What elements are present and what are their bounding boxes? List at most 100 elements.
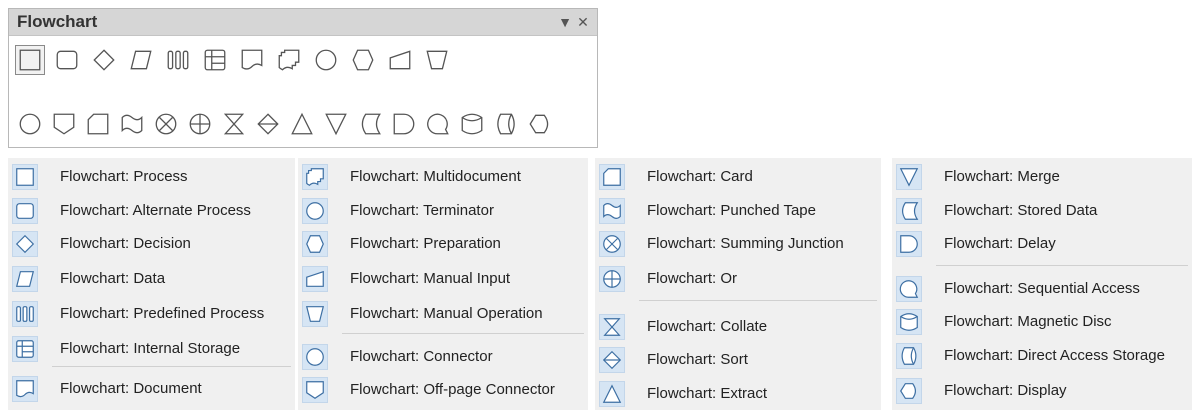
magnetic-disc-icon xyxy=(900,313,918,331)
menu-icon-box xyxy=(896,198,922,224)
toolbar-row-2 xyxy=(15,109,559,139)
toolbar-button-alternate-process[interactable] xyxy=(52,45,82,75)
menu-item-label: Flowchart: Data xyxy=(60,270,166,287)
extract-icon xyxy=(602,384,622,403)
menu-item-stored-data[interactable]: Flowchart: Stored Data xyxy=(892,196,1192,226)
menu-item-label: Flowchart: Delay xyxy=(944,235,1056,252)
menu-item-sort[interactable]: Flowchart: Sort xyxy=(595,345,881,375)
direct-access-storage-icon xyxy=(497,113,515,135)
magnetic-disc-icon xyxy=(461,113,483,135)
menu-item-label: Flowchart: Process xyxy=(60,168,188,185)
menu-separator xyxy=(639,300,877,301)
menu-item-collate[interactable]: Flowchart: Collate xyxy=(595,312,881,342)
menu-item-alternate-process[interactable]: Flowchart: Alternate Process xyxy=(8,196,295,226)
menu-item-label: Flowchart: Or xyxy=(647,270,738,287)
toolbar-button-data[interactable] xyxy=(126,45,156,75)
menu-item-preparation[interactable]: Flowchart: Preparation xyxy=(298,229,588,259)
menu-item-punched-tape[interactable]: Flowchart: Punched Tape xyxy=(595,196,881,226)
sort-icon xyxy=(257,113,279,135)
or-icon xyxy=(603,270,621,288)
menu-item-terminator[interactable]: Flowchart: Terminator xyxy=(298,196,588,226)
toolbar-button-manual-operation[interactable] xyxy=(422,45,452,75)
menu-item-delay[interactable]: Flowchart: Delay xyxy=(892,229,1192,259)
merge-icon xyxy=(899,168,919,187)
menu-item-display[interactable]: Flowchart: Display xyxy=(892,376,1192,406)
display-icon xyxy=(900,383,917,399)
menu-icon-box xyxy=(599,231,625,257)
toolbar-title-bar[interactable]: Flowchart ▼ ✕ xyxy=(9,9,597,36)
toolbar-button-sort[interactable] xyxy=(253,109,283,139)
toolbar-button-punched-tape[interactable] xyxy=(117,109,147,139)
menu-item-process[interactable]: Flowchart: Process xyxy=(8,162,295,192)
menu-item-document[interactable]: Flowchart: Document xyxy=(8,374,295,404)
predefined-process-icon xyxy=(167,50,189,70)
menu-item-direct-access-storage[interactable]: Flowchart: Direct Access Storage xyxy=(892,341,1192,371)
menu-icon-box xyxy=(896,343,922,369)
summing-junction-icon xyxy=(603,235,621,253)
toolbar-button-delay[interactable] xyxy=(389,109,419,139)
terminator-icon xyxy=(315,49,337,71)
menu-item-card[interactable]: Flowchart: Card xyxy=(595,162,881,192)
menu-item-label: Flowchart: Decision xyxy=(60,235,191,252)
menu-icon-box xyxy=(12,266,38,292)
toolbar-button-connector[interactable] xyxy=(15,109,45,139)
menu-item-decision[interactable]: Flowchart: Decision xyxy=(8,229,295,259)
menu-item-magnetic-disc[interactable]: Flowchart: Magnetic Disc xyxy=(892,307,1192,337)
internal-storage-icon xyxy=(204,49,226,71)
toolbar-button-magnetic-disc[interactable] xyxy=(457,109,487,139)
menu-item-label: Flowchart: Punched Tape xyxy=(647,202,816,219)
toolbar-button-terminator[interactable] xyxy=(311,45,341,75)
toolbar-button-decision[interactable] xyxy=(89,45,119,75)
toolbar-button-sequential-access[interactable] xyxy=(423,109,453,139)
menu-item-extract[interactable]: Flowchart: Extract xyxy=(595,379,881,409)
punched-tape-icon xyxy=(603,203,621,219)
decision-icon xyxy=(93,49,115,71)
toolbar-button-stored-data[interactable] xyxy=(355,109,385,139)
toolbar-button-display[interactable] xyxy=(525,109,555,139)
toolbar-button-or[interactable] xyxy=(185,109,215,139)
toolbar-title: Flowchart xyxy=(17,12,98,31)
card-icon xyxy=(603,168,621,186)
toolbar-button-process[interactable] xyxy=(15,45,45,75)
toolbar-button-collate[interactable] xyxy=(219,109,249,139)
toolbar-button-manual-input[interactable] xyxy=(385,45,415,75)
menu-item-or[interactable]: Flowchart: Or xyxy=(595,264,881,294)
menu-item-merge[interactable]: Flowchart: Merge xyxy=(892,162,1192,192)
menu-item-label: Flowchart: Manual Input xyxy=(350,270,511,287)
menu-icon-box xyxy=(12,198,38,224)
menu-column-4: Flowchart: Merge Flowchart: Stored Data Fl… xyxy=(892,158,1192,410)
toolbar-button-internal-storage[interactable] xyxy=(200,45,230,75)
menu-item-label: Flowchart: Multidocument xyxy=(350,168,521,185)
menu-item-summing-junction[interactable]: Flowchart: Summing Junction xyxy=(595,229,881,259)
menu-item-label: Flowchart: Merge xyxy=(944,168,1060,185)
or-icon xyxy=(189,113,211,135)
menu-icon-box xyxy=(599,314,625,340)
menu-icon-box xyxy=(302,198,328,224)
toolbar-button-extract[interactable] xyxy=(287,109,317,139)
menu-item-internal-storage[interactable]: Flowchart: Internal Storage xyxy=(8,334,295,364)
toolbar-button-multidocument[interactable] xyxy=(274,45,304,75)
menu-item-sequential-access[interactable]: Flowchart: Sequential Access xyxy=(892,274,1192,304)
toolbar-button-card[interactable] xyxy=(83,109,113,139)
toolbar-button-document[interactable] xyxy=(237,45,267,75)
menu-item-multidocument[interactable]: Flowchart: Multidocument xyxy=(298,162,588,192)
toolbar-button-merge[interactable] xyxy=(321,109,351,139)
menu-item-label: Flowchart: Predefined Process xyxy=(60,305,265,322)
toolbar-button-summing-junction[interactable] xyxy=(151,109,181,139)
menu-separator xyxy=(52,366,291,367)
toolbar-button-off-page-connector[interactable] xyxy=(49,109,79,139)
menu-item-label: Flowchart: Connector xyxy=(350,348,493,365)
close-icon[interactable]: ✕ xyxy=(575,14,591,30)
menu-item-label: Flowchart: Display xyxy=(944,382,1067,399)
toolbar-button-direct-access-storage[interactable] xyxy=(491,109,521,139)
menu-item-data[interactable]: Flowchart: Data xyxy=(8,264,295,294)
menu-item-manual-input[interactable]: Flowchart: Manual Input xyxy=(298,264,588,294)
menu-item-predefined-process[interactable]: Flowchart: Predefined Process xyxy=(8,299,295,329)
sequential-access-icon xyxy=(427,113,449,135)
toolbar-button-predefined-process[interactable] xyxy=(163,45,193,75)
dropdown-icon[interactable]: ▼ xyxy=(557,14,573,30)
menu-item-connector[interactable]: Flowchart: Connector xyxy=(298,342,588,372)
menu-item-manual-operation[interactable]: Flowchart: Manual Operation xyxy=(298,299,588,329)
toolbar-button-preparation[interactable] xyxy=(348,45,378,75)
menu-item-off-page-connector[interactable]: Flowchart: Off-page Connector xyxy=(298,375,588,405)
